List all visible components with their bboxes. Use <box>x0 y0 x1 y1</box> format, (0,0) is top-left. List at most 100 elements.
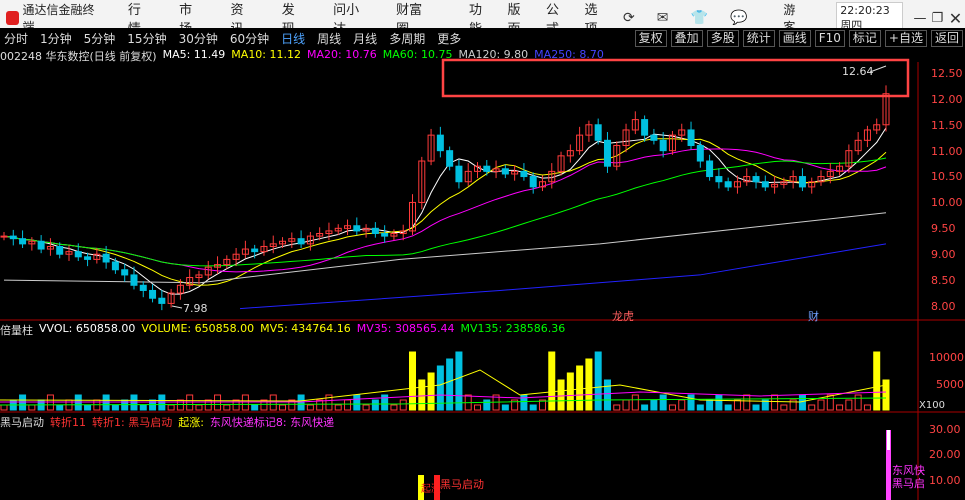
event-finance[interactable]: 财 <box>808 309 819 323</box>
volume-label: VOLUME: 650858.00 <box>141 322 255 335</box>
signal-ind-label[interactable]: 黑马启动 <box>0 414 44 429</box>
highlight-box <box>441 58 910 98</box>
candle-body <box>501 168 509 175</box>
price-tick: 11.00 <box>931 145 963 158</box>
volume-bar <box>0 404 8 411</box>
candle-body <box>650 134 658 141</box>
volume-bar <box>882 379 890 411</box>
volume-bar <box>743 394 751 411</box>
volume-bar <box>678 399 686 411</box>
volume-bar <box>427 372 435 411</box>
volume-bar <box>780 404 788 411</box>
price-tick: 12.00 <box>931 93 963 106</box>
price-tick: 9.00 <box>931 248 956 261</box>
signal-text-darkhorse2: 黑马启 <box>892 477 925 490</box>
rise-label: 起涨: <box>178 416 204 429</box>
price-tick: 8.50 <box>931 274 956 287</box>
signal-tick: 30.00 <box>929 423 961 436</box>
candle-body <box>706 160 714 178</box>
candle-body <box>446 150 454 167</box>
candle-body <box>0 235 8 238</box>
volume-bar <box>28 404 36 411</box>
volume-bar <box>854 394 862 411</box>
mv35-label: MV35: 308565.44 <box>356 322 455 335</box>
candle-body <box>594 124 602 141</box>
candle-body <box>603 139 611 167</box>
candle-body <box>641 119 649 136</box>
volume-bar <box>594 351 602 411</box>
mv5-label: MV5: 434764.16 <box>260 322 351 335</box>
ma250-line <box>239 243 887 310</box>
candles <box>0 85 890 311</box>
candle-body <box>529 176 537 188</box>
candle-body <box>353 225 361 232</box>
turn1-label: 转折1: 黑马启动 <box>92 416 173 429</box>
signal-tick: 20.00 <box>929 448 961 461</box>
volume-bar <box>566 372 574 411</box>
dongfeng-label: 东风快递标记8: 东风快递 <box>209 416 335 429</box>
volume-bar <box>687 394 695 411</box>
candle-body <box>371 227 379 235</box>
candle-body <box>9 235 17 240</box>
volume-bar <box>585 358 593 411</box>
volume-bar <box>771 394 779 411</box>
candle-body <box>436 134 444 152</box>
volume-bar <box>111 404 119 411</box>
volume-bar <box>195 404 203 411</box>
price-tick: 9.50 <box>931 222 956 235</box>
volume-bar <box>641 404 649 411</box>
volume-bar <box>455 351 463 411</box>
price-tick: 10.00 <box>931 196 963 209</box>
volume-bar <box>279 404 287 411</box>
candle-body <box>798 176 806 188</box>
candle-body <box>130 274 138 286</box>
volume-bar <box>576 365 584 411</box>
candle-body <box>84 256 92 260</box>
ma-line <box>3 157 887 267</box>
candle-body <box>121 269 129 276</box>
volume-tick: 10000 <box>929 351 964 364</box>
volume-bar <box>334 404 342 411</box>
volume-bar <box>473 404 481 411</box>
volume-bar <box>56 404 64 411</box>
candle-body <box>251 248 259 253</box>
high-price-label: 12.64 <box>842 65 874 78</box>
event-dragon-tiger[interactable]: 龙虎 <box>612 310 634 323</box>
volume-bar <box>483 399 491 411</box>
candle-body <box>102 253 110 263</box>
volume-bar <box>808 404 816 411</box>
volume-bar <box>603 379 611 411</box>
volume-ind-label[interactable]: 倍量柱 <box>0 322 33 337</box>
candle-body <box>483 165 491 172</box>
volume-tick: 5000 <box>936 378 964 391</box>
volume-bar <box>696 404 704 411</box>
ma-line <box>3 127 887 295</box>
volume-bar <box>371 399 379 411</box>
signal-text-dongfeng: 东风快 <box>892 464 925 477</box>
volume-unit: X100 <box>919 400 945 411</box>
volume-bar <box>863 404 871 411</box>
volume-bar <box>409 351 417 411</box>
price-tick: 12.50 <box>931 67 963 80</box>
candle-body <box>687 129 695 146</box>
candle-body <box>19 238 27 245</box>
candle-body <box>696 144 704 162</box>
candle-body <box>139 284 147 291</box>
volume-bar <box>529 404 537 411</box>
candle-body <box>761 181 769 188</box>
candle-body <box>56 245 64 255</box>
volume-bar <box>362 404 370 411</box>
price-tick: 10.50 <box>931 170 963 183</box>
price-tick: 11.50 <box>931 119 963 132</box>
volume-bar <box>752 404 760 411</box>
volume-bar <box>223 404 231 411</box>
volume-bar <box>390 404 398 411</box>
signal-legend: 黑马启动 转折11 转折1: 黑马启动 起涨: 东风快递标记8: 东风快递 <box>0 414 340 429</box>
turn11-label: 转折11 <box>50 416 86 429</box>
candle-body <box>381 233 389 237</box>
ma120-line <box>3 212 887 284</box>
signal-tick: 10.00 <box>929 474 961 487</box>
volume-bar <box>836 404 844 411</box>
volume-bar <box>139 404 147 411</box>
candle-body <box>715 176 723 183</box>
